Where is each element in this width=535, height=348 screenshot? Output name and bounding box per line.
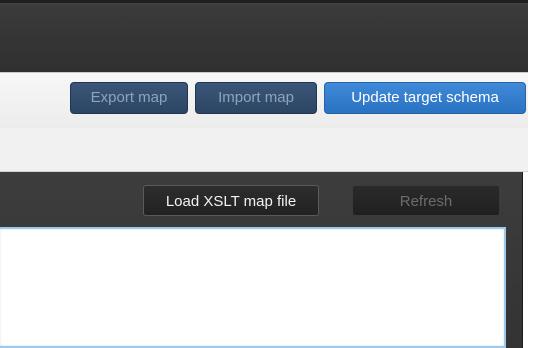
xslt-editor-area[interactable]: [0, 227, 506, 348]
export-map-button[interactable]: Export map: [70, 82, 188, 114]
app-window: Export map Import map Update target sche…: [0, 0, 535, 348]
update-target-schema-button[interactable]: Update target schema: [324, 82, 526, 114]
xslt-map-panel: Load XSLT map file Refresh: [0, 172, 523, 348]
load-xslt-map-file-button[interactable]: Load XSLT map file: [143, 185, 319, 216]
refresh-button[interactable]: Refresh: [352, 185, 500, 216]
sub-toolbar-area: [0, 128, 528, 172]
title-bar-edge: [0, 0, 528, 3]
map-toolbar: Export map Import map Update target sche…: [0, 72, 528, 130]
window-edge: [528, 0, 535, 348]
title-bar: [0, 0, 529, 72]
import-map-button[interactable]: Import map: [195, 82, 317, 114]
